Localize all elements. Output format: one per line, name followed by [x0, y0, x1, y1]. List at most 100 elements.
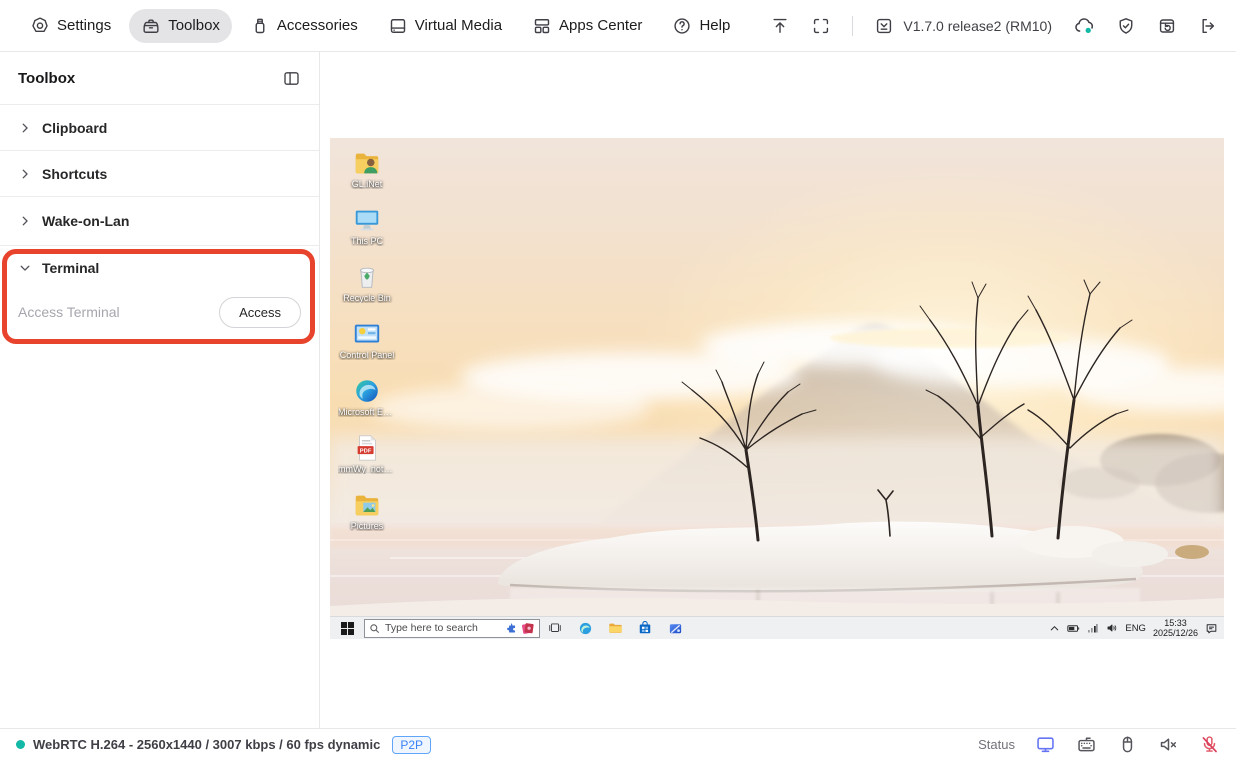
desktop-icon-label: Control Panel: [339, 350, 395, 360]
logout-icon[interactable]: [1198, 16, 1218, 36]
search-placeholder: Type here to search: [385, 622, 478, 634]
topbar-tab-toolbox[interactable]: Toolbox: [129, 8, 232, 43]
clock-time: 15:33: [1164, 618, 1187, 628]
svg-text:PDF: PDF: [360, 448, 372, 454]
language-indicator[interactable]: ENG: [1125, 623, 1146, 634]
version-text: V1.7.0 release2 (RM10): [903, 17, 1052, 34]
device-reboot-icon[interactable]: [1157, 16, 1177, 36]
connection-statusbar: WebRTC H.264 - 2560x1440 / 3007 kbps / 6…: [0, 728, 1236, 760]
clock-date: 2025/12/26: [1152, 628, 1198, 638]
access-terminal-button[interactable]: Access: [219, 296, 301, 328]
sidebar-header: Toolbox: [0, 52, 319, 105]
topbar-actions: V1.7.0 release2 (RM10): [770, 15, 1218, 37]
help-icon: [674, 17, 691, 34]
topbar-nav: Settings Toolbox Accessories Virtual Med…: [18, 8, 742, 43]
winter-lake-wallpaper: [330, 279, 1224, 616]
remote-wallpaper: GL.iNet This PC Recycle Bin Control Pane…: [330, 138, 1224, 616]
microsoft-store-button[interactable]: [630, 617, 660, 640]
edge-taskbar-button[interactable]: [570, 617, 600, 640]
windows-taskbar: Type here to search ENG 15:33 2025/12/26: [330, 616, 1224, 639]
mail-taskbar-button[interactable]: [660, 617, 690, 640]
task-view-button[interactable]: [540, 617, 570, 640]
topbar-tab-label: Settings: [57, 17, 112, 34]
section-label: Terminal: [42, 260, 100, 276]
taskbar-search[interactable]: Type here to search: [364, 618, 540, 638]
desktop-icon-microsoft-edge[interactable]: Microsoft Edge: [338, 376, 396, 426]
desktop-icon-column: GL.iNet This PC Recycle Bin Control Pane…: [338, 148, 396, 547]
taskbar-clock[interactable]: 15:33 2025/12/26: [1153, 618, 1198, 638]
mouse-status-icon[interactable]: [1117, 734, 1138, 755]
topbar: Settings Toolbox Accessories Virtual Med…: [0, 0, 1236, 52]
desktop-icon-label: GL.iNet: [351, 179, 383, 189]
desktop-icon-this-pc[interactable]: This PC: [338, 205, 396, 255]
sidebar-title: Toolbox: [18, 69, 76, 87]
collapse-toolbar-icon[interactable]: [770, 16, 790, 36]
desktop-icon-label: mmWy_notes..: [338, 464, 396, 474]
topbar-tab-virtual-media[interactable]: Virtual Media: [376, 9, 514, 43]
sidebar-section-clipboard[interactable]: Clipboard: [0, 105, 319, 151]
apps-center-icon: [534, 18, 550, 33]
collapse-panel-icon[interactable]: [282, 69, 301, 88]
toolbox-sidebar: Toolbox Clipboard Shortcuts Wake-on-Lan …: [0, 52, 320, 728]
desktop-icon-label: Microsoft Edge: [338, 407, 396, 417]
topbar-tab-help[interactable]: Help: [660, 9, 742, 43]
photos-highlight-icon: [521, 622, 534, 634]
settings-icon: [32, 16, 48, 32]
topbar-tab-label: Toolbox: [168, 17, 220, 34]
topbar-tab-apps-center[interactable]: Apps Center: [520, 9, 654, 43]
connection-active-dot: [16, 740, 25, 749]
fullscreen-icon[interactable]: [811, 16, 831, 36]
chevron-down-icon: [20, 265, 30, 271]
microsoft-store-icon: [639, 621, 651, 634]
monitor-status-icon[interactable]: [1035, 734, 1056, 755]
tray-expand-icon[interactable]: [1049, 623, 1060, 634]
sidebar-section-terminal[interactable]: Terminal: [0, 246, 319, 290]
desktop-icon-label: This PC: [350, 236, 383, 246]
mail-icon: [669, 623, 681, 633]
desktop-icon-pdf-file[interactable]: PDF mmWy_notes..: [338, 433, 396, 483]
firmware-version: V1.7.0 release2 (RM10): [874, 16, 1052, 36]
action-center-icon[interactable]: [1205, 622, 1218, 635]
edge-icon: [579, 622, 591, 634]
cloud-status-icon[interactable]: [1073, 15, 1095, 37]
topbar-tab-label: Apps Center: [559, 17, 643, 34]
security-shield-icon[interactable]: [1116, 16, 1136, 36]
chevron-right-icon: [22, 123, 28, 132]
desktop-icon-label: Pictures: [350, 521, 384, 531]
speaker-muted-icon[interactable]: [1158, 734, 1179, 755]
firmware-update-icon[interactable]: [874, 16, 894, 36]
windows-logo-icon: [340, 621, 354, 635]
microphone-muted-icon[interactable]: [1199, 734, 1220, 755]
topbar-tab-label: Virtual Media: [414, 17, 503, 34]
access-terminal-label: Access Terminal: [18, 304, 120, 320]
chevron-right-icon: [22, 216, 28, 226]
puzzle-highlight-icon: [507, 622, 516, 632]
status-label: Status: [978, 737, 1015, 752]
file-explorer-icon: [608, 623, 622, 633]
p2p-badge: P2P: [392, 735, 432, 754]
power-battery-icon[interactable]: [1067, 623, 1080, 634]
network-signal-icon[interactable]: [1087, 623, 1099, 634]
section-label: Wake-on-Lan: [42, 213, 130, 229]
taskbar-app-icons: [540, 617, 690, 640]
remote-desktop-viewport[interactable]: GL.iNet This PC Recycle Bin Control Pane…: [330, 138, 1224, 639]
start-button[interactable]: [330, 617, 364, 640]
virtual-media-icon: [390, 18, 405, 33]
topbar-tab-accessories[interactable]: Accessories: [238, 9, 370, 43]
desktop-icon-label: Recycle Bin: [343, 293, 391, 303]
sidebar-section-wake-on-lan[interactable]: Wake-on-Lan: [0, 197, 319, 246]
file-explorer-button[interactable]: [600, 617, 630, 640]
desktop-icon-pictures-folder[interactable]: Pictures: [338, 490, 396, 540]
desktop-icon-recycle-bin[interactable]: Recycle Bin: [338, 262, 396, 312]
tray-volume-icon[interactable]: [1106, 622, 1118, 634]
section-label: Clipboard: [42, 119, 108, 136]
desktop-icon-control-panel[interactable]: Control Panel: [338, 319, 396, 369]
keyboard-status-icon[interactable]: [1076, 734, 1097, 755]
topbar-tab-label: Accessories: [276, 17, 358, 34]
chevron-right-icon: [22, 169, 28, 178]
topbar-tab-settings[interactable]: Settings: [18, 9, 123, 43]
section-label: Shortcuts: [42, 165, 108, 182]
sidebar-section-shortcuts[interactable]: Shortcuts: [0, 151, 319, 197]
desktop-icon-user-folder[interactable]: GL.iNet: [338, 148, 396, 198]
status-icons-group: Status: [978, 734, 1220, 755]
